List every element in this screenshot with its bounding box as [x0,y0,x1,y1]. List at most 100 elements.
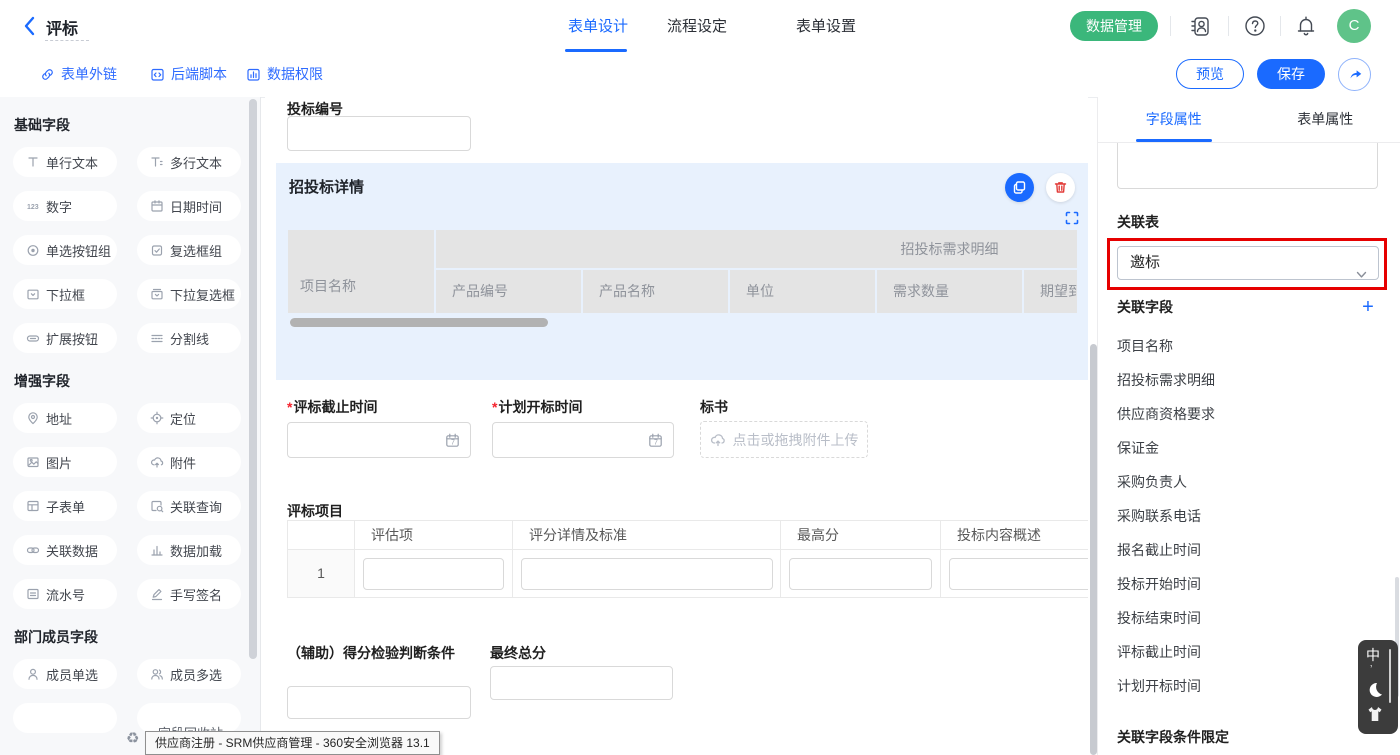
copy-icon [1011,179,1028,196]
field-type-data-load[interactable]: 数据加载 [137,535,241,565]
field-type-attachment[interactable]: 附件 [137,447,241,477]
field-type-datetime[interactable]: 日期时间 [137,191,241,221]
user-avatar[interactable]: C [1337,9,1371,43]
divider [1170,16,1171,36]
score-item-input[interactable] [363,558,504,590]
open-time-label: *计划开标时间 [492,397,582,417]
open-time-date-input[interactable]: 7 [492,422,674,458]
field-type-member-multi[interactable]: 成员多选 [137,659,241,689]
field-type-image[interactable]: 图片 [13,447,117,477]
related-field-item[interactable]: 供应商资格要求 [1117,397,1215,431]
field-type-checkbox-group[interactable]: 复选框组 [137,235,241,265]
related-field-item[interactable]: 报名截止时间 [1117,533,1215,567]
subform-table[interactable]: 项目名称 招投标需求明细 产品编号 产品名称 单位 需求数量 期望到货 [288,230,1077,313]
canvas-scrollbar[interactable] [1090,344,1097,755]
copy-field-button[interactable] [1005,173,1034,202]
score-table[interactable]: 评估项 评分详情及标准 最高分 投标内容概述 1 [287,520,1088,598]
pill-label: 流水号 [46,585,85,604]
score-detail-input[interactable] [521,558,773,590]
field-type-select[interactable]: 下拉框 [13,279,117,309]
share-button[interactable] [1338,58,1371,91]
field-title-input-partial[interactable] [1117,143,1378,189]
sidebar-scrollbar[interactable] [249,99,257,659]
ime-language-button[interactable]: 中 [1366,645,1380,665]
tab-form-design[interactable]: 表单设计 [568,15,628,36]
field-type-member-single[interactable]: 成员单选 [13,659,117,689]
related-field-item[interactable]: 计划开标时间 [1117,669,1215,703]
notification-bell-icon[interactable] [1294,14,1318,38]
subform-horizontal-scrollbar[interactable] [290,318,548,327]
ime-punctuation-button[interactable]: ʼ [1370,664,1372,676]
calendar-icon: 7 [648,433,663,448]
preview-button[interactable]: 预览 [1176,59,1244,89]
data-load-icon [150,543,164,557]
related-field-item[interactable]: 保证金 [1117,431,1215,465]
score-table-label: 评标项目 [287,501,343,521]
expand-field-icon[interactable] [1065,211,1079,225]
related-table-dropdown[interactable]: 邀标 [1117,246,1379,280]
related-field-item[interactable]: 采购负责人 [1117,465,1215,499]
related-field-item[interactable]: 招投标需求明细 [1117,363,1215,397]
moon-icon[interactable] [1365,680,1385,700]
field-type-address[interactable]: 地址 [13,403,117,433]
back-button[interactable] [22,14,38,38]
data-manage-button[interactable]: 数据管理 [1070,11,1158,41]
tab-form-properties[interactable]: 表单属性 [1250,97,1400,142]
subform-col-product-name: 产品名称 [583,270,728,313]
field-type-multi-select[interactable]: 下拉复选框 [137,279,241,309]
field-type-lookup-query[interactable]: 关联查询 [137,491,241,521]
pill-label: 复选框组 [170,241,222,260]
calendar-icon: 7 [445,433,460,448]
field-type-multi-line-text[interactable]: 多行文本 [137,147,241,177]
score-col-item: 评估项 [355,521,513,550]
pill-label: 定位 [170,409,196,428]
contact-book-icon[interactable] [1188,14,1212,38]
help-icon[interactable] [1243,14,1267,38]
field-type-divider[interactable]: 分割线 [137,323,241,353]
add-related-field-button[interactable]: + [1358,297,1378,317]
field-type-single-line-text[interactable]: 单行文本 [13,147,117,177]
tab-field-properties[interactable]: 字段属性 [1098,97,1250,142]
field-type-radio-group[interactable]: 单选按钮组 [13,235,117,265]
subform-col-unit: 单位 [730,270,875,313]
delete-field-button[interactable] [1046,173,1075,202]
deadline-date-input[interactable]: 7 [287,422,471,458]
field-type-location[interactable]: 定位 [137,403,241,433]
external-link-button[interactable]: 表单外链 [40,64,117,84]
score-max-input[interactable] [789,558,932,590]
related-field-item[interactable]: 项目名称 [1117,329,1215,363]
pill-label: 日期时间 [170,197,222,216]
back-chevron-icon [22,14,38,38]
final-score-input[interactable] [490,666,673,700]
subform-field-panel[interactable]: 招投标详情 项目名称 招投标需求明细 产品编号 产品名称 单位 需求数量 期望到… [276,163,1088,380]
pill-label: 分割线 [170,329,209,348]
attachment-upload-button[interactable]: 点击或拖拽附件上传 [700,421,868,458]
tab-form-setting[interactable]: 表单设置 [796,15,856,36]
related-field-item[interactable]: 投标结束时间 [1117,601,1215,635]
save-button[interactable]: 保存 [1257,59,1325,89]
field-type-number[interactable]: 123数字 [13,191,117,221]
data-permission-button[interactable]: 数据权限 [246,64,323,84]
backend-script-button[interactable]: 后端脚本 [150,64,227,84]
related-field-item[interactable]: 投标开始时间 [1117,567,1215,601]
aux-condition-input[interactable] [287,686,471,719]
subform-col-demand-qty: 需求数量 [877,270,1022,313]
recycle-icon[interactable]: ♻ [126,729,139,747]
bid-number-input[interactable] [287,116,471,151]
related-field-item[interactable]: 采购联系电话 [1117,499,1215,533]
field-type-hidden-pill[interactable] [13,703,117,733]
pill-label: 多行文本 [170,153,222,172]
trash-icon [1052,179,1069,196]
field-type-linked-data[interactable]: 关联数据 [13,535,117,565]
field-type-expand-button[interactable]: 扩展按钮 [13,323,117,353]
pill-label: 附件 [170,453,196,472]
tab-flow-setting[interactable]: 流程设定 [667,15,727,36]
field-type-subform[interactable]: 子表单 [13,491,117,521]
score-col-detail: 评分详情及标准 [513,521,781,550]
field-type-serial-number[interactable]: 流水号 [13,579,117,609]
related-field-item[interactable]: 评标截止时间 [1117,635,1215,669]
shirt-skin-icon[interactable] [1365,704,1385,724]
related-table-value: 邀标 [1130,254,1160,271]
field-type-signature[interactable]: 手写签名 [137,579,241,609]
score-summary-input[interactable] [949,558,1088,590]
